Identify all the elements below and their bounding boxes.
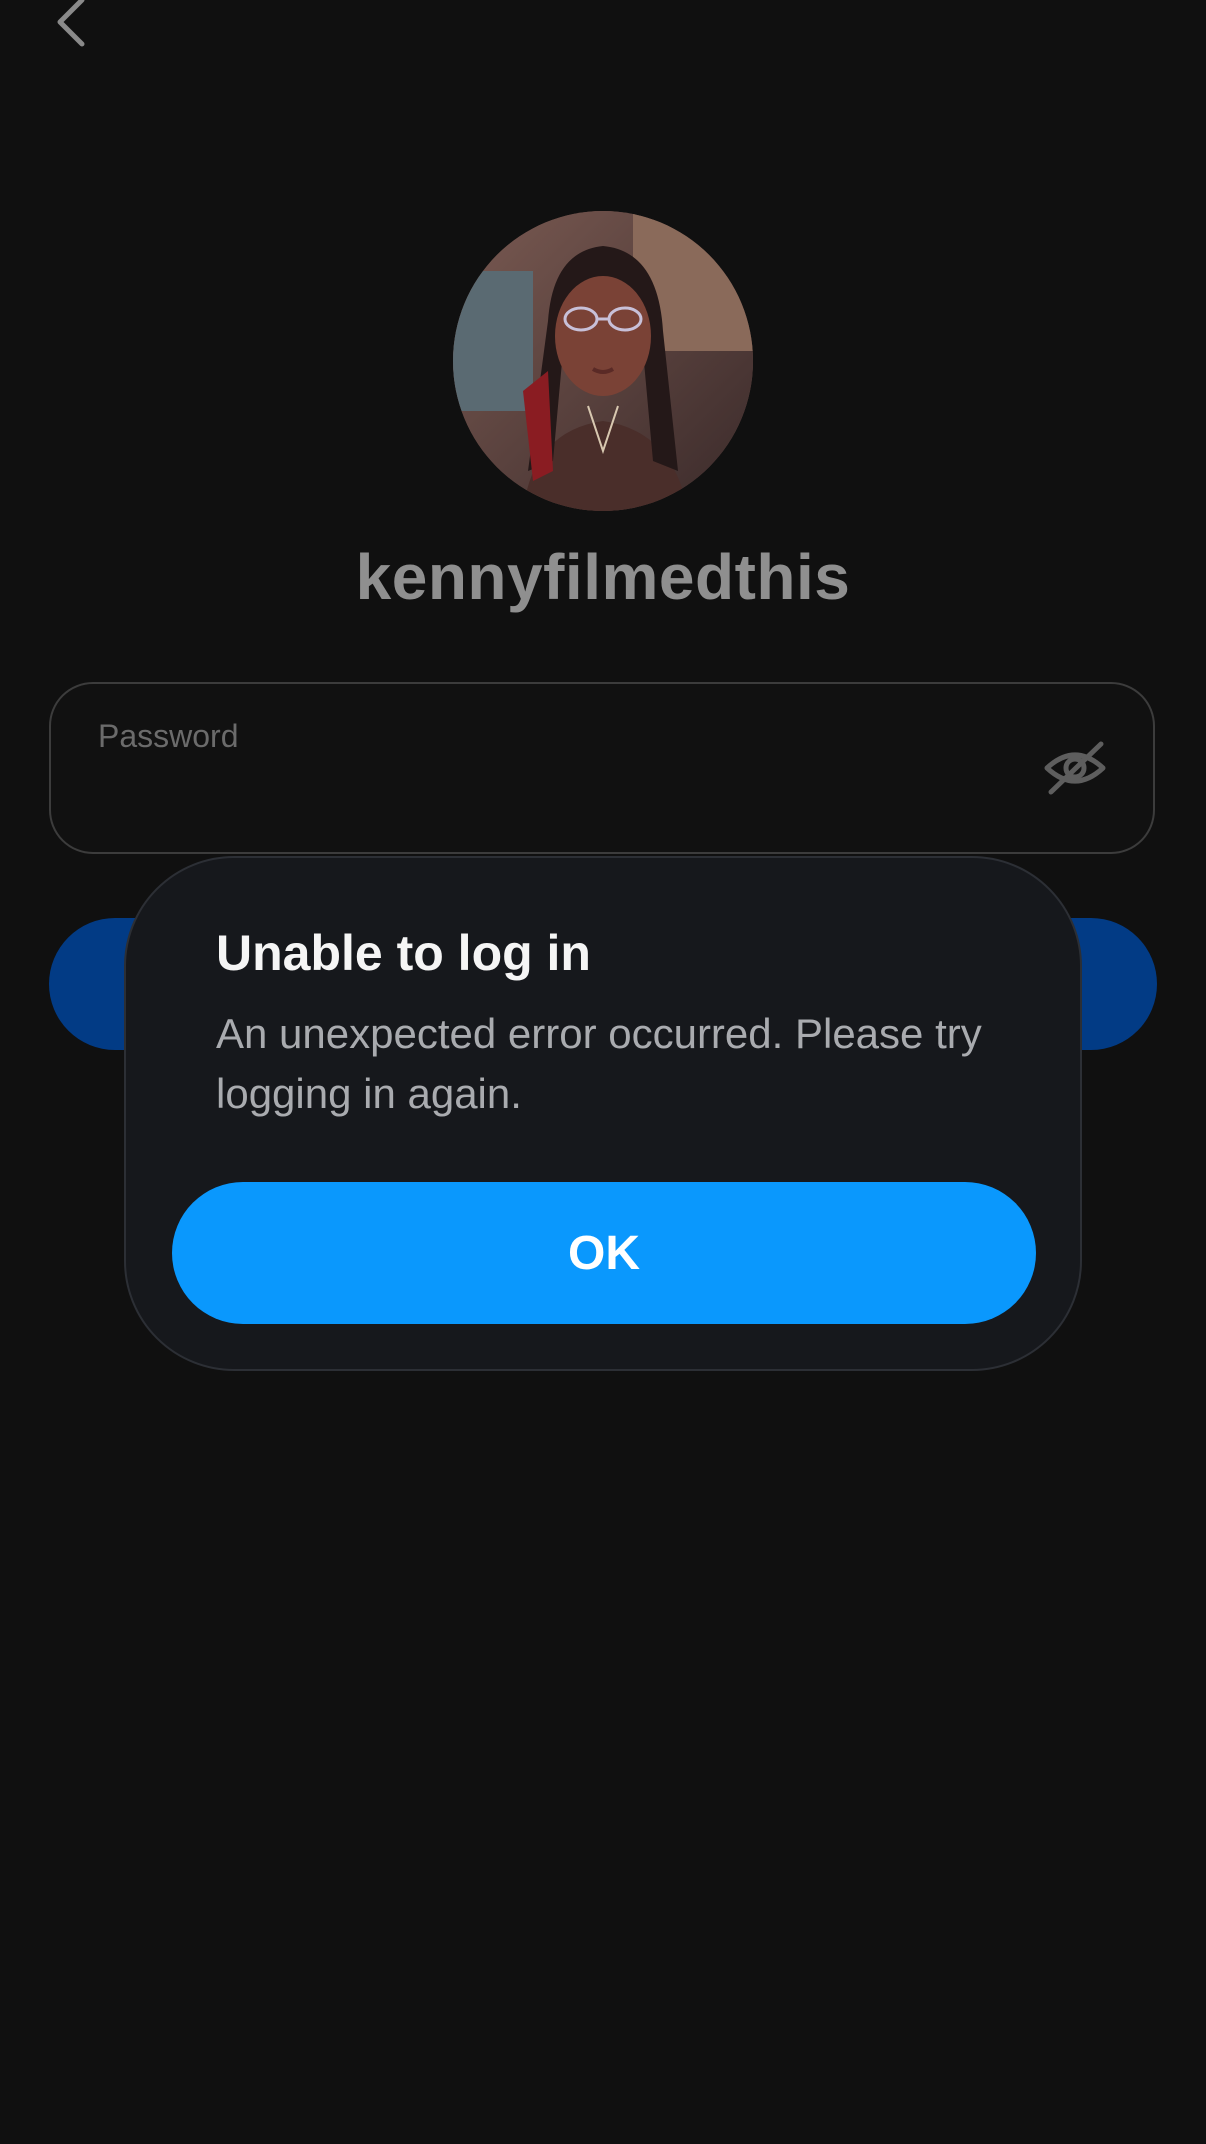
password-label: Password xyxy=(98,718,239,754)
password-field[interactable]: Password xyxy=(49,682,1155,854)
password-input[interactable] xyxy=(98,768,1002,820)
username: kennyfilmedthis xyxy=(355,541,851,613)
password-visibility-toggle[interactable] xyxy=(1039,736,1111,800)
eye-slash-icon xyxy=(1044,741,1106,795)
profile-photo xyxy=(453,211,753,511)
chevron-left-icon xyxy=(57,0,85,47)
ok-button[interactable]: OK xyxy=(172,1182,1036,1324)
error-dialog: Unable to log in An unexpected error occ… xyxy=(124,856,1082,1371)
login-screen: kennyfilmedthis Password Unable to log i… xyxy=(0,0,1206,2144)
avatar xyxy=(453,211,753,511)
dialog-title: Unable to log in xyxy=(216,925,591,981)
back-button[interactable] xyxy=(40,0,104,54)
dialog-message: An unexpected error occurred. Please try… xyxy=(216,1010,982,1117)
